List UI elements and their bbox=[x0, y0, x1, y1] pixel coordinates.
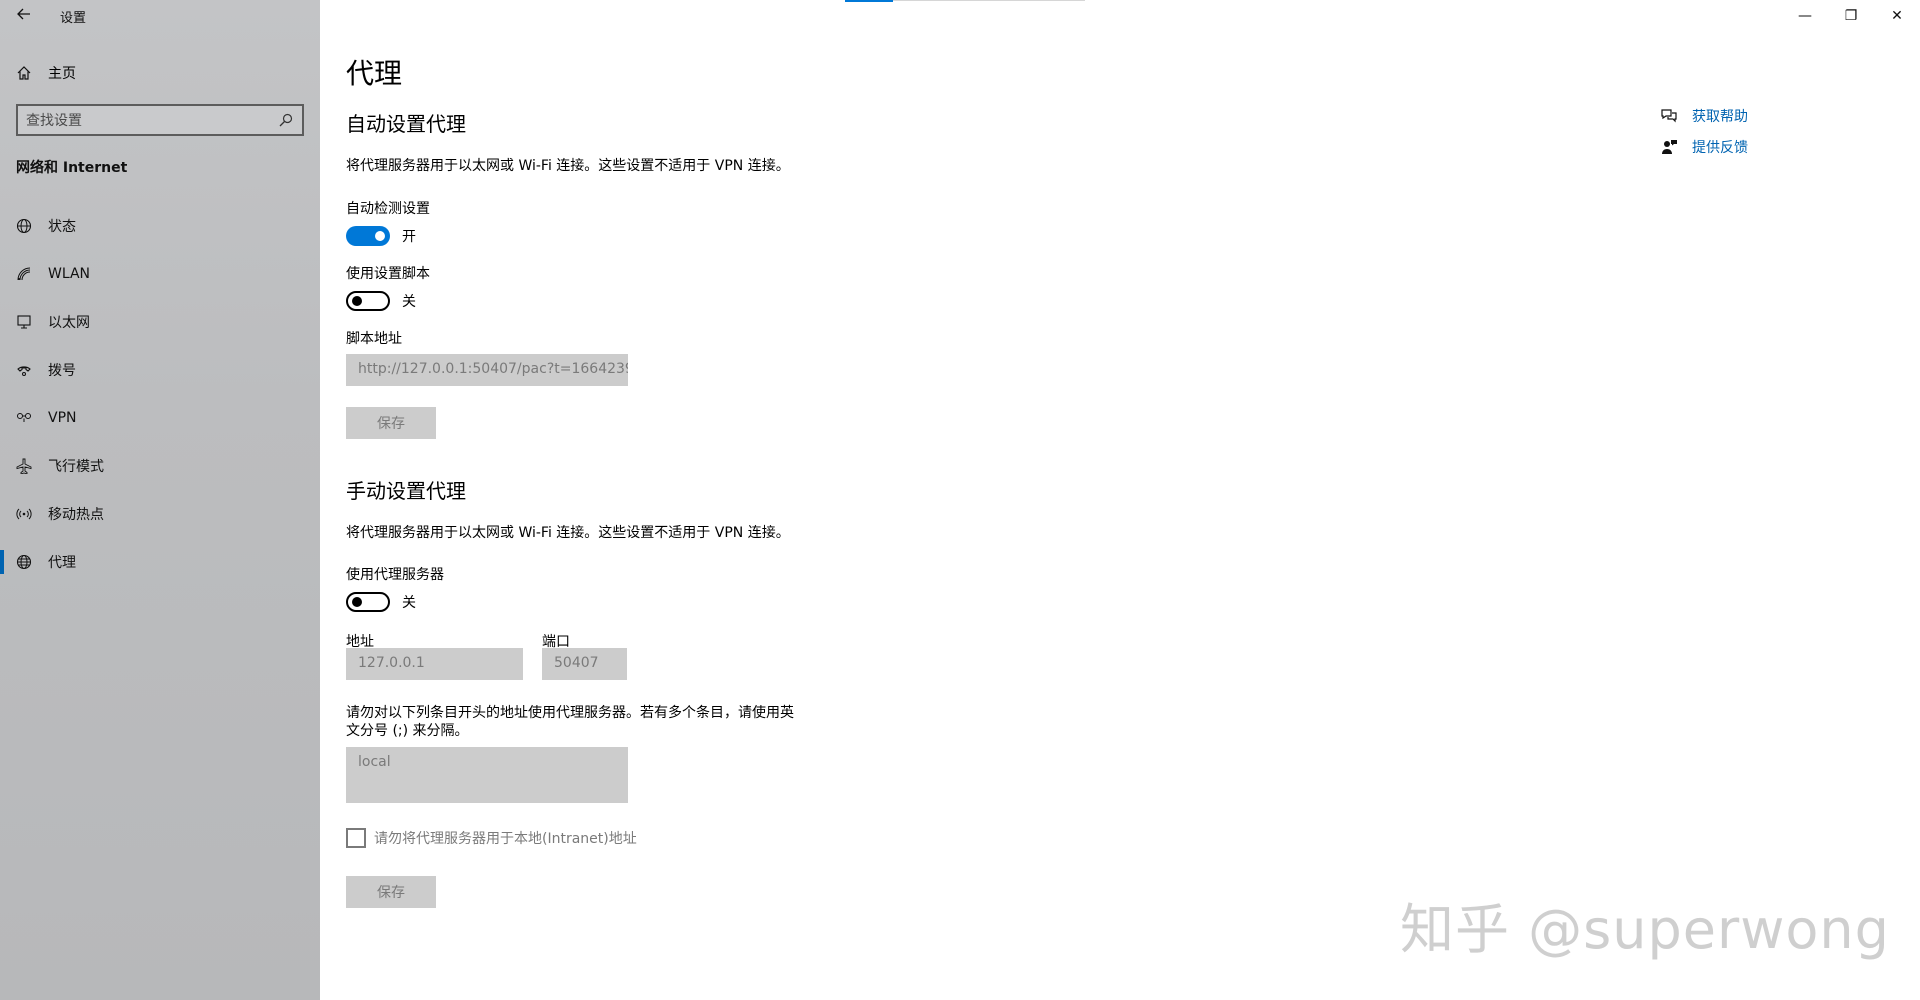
close-icon: ✕ bbox=[1891, 8, 1903, 24]
manual-save-button[interactable]: 保存 bbox=[346, 876, 436, 908]
sidebar-item-label: 飞行模式 bbox=[48, 459, 104, 475]
sidebar-item-vpn[interactable]: VPN bbox=[0, 394, 320, 442]
globe-status-icon bbox=[16, 218, 32, 234]
toggle-knob bbox=[352, 597, 362, 607]
give-feedback-link[interactable]: 提供反馈 bbox=[1660, 131, 1748, 162]
sidebar-item-label: 状态 bbox=[48, 219, 76, 235]
use-proxy-toggle-row: 关 bbox=[346, 592, 416, 612]
sidebar-item-wlan[interactable]: WLAN bbox=[0, 250, 320, 298]
script-address-label: 脚本地址 bbox=[346, 331, 402, 347]
intranet-checkbox[interactable] bbox=[346, 828, 366, 848]
use-proxy-toggle[interactable] bbox=[346, 592, 390, 612]
search-icon bbox=[278, 112, 294, 128]
search-placeholder: 查找设置 bbox=[26, 113, 82, 129]
sidebar-item-ethernet[interactable]: 以太网 bbox=[0, 298, 320, 346]
sidebar-item-label: 以太网 bbox=[48, 315, 90, 331]
use-proxy-state: 关 bbox=[402, 595, 416, 611]
toggle-knob bbox=[375, 231, 385, 241]
sidebar-item-hotspot[interactable]: 移动热点 bbox=[0, 490, 320, 538]
auto-proxy-description: 将代理服务器用于以太网或 Wi-Fi 连接。这些设置不适用于 VPN 连接。 bbox=[346, 158, 790, 174]
back-button[interactable] bbox=[0, 0, 48, 32]
search-input[interactable]: 查找设置 bbox=[16, 104, 304, 136]
section-title: 网络和 Internet bbox=[16, 160, 128, 176]
nav-home[interactable]: 主页 bbox=[0, 56, 320, 90]
auto-detect-toggle[interactable] bbox=[346, 226, 390, 246]
minimize-button[interactable]: — bbox=[1782, 0, 1828, 32]
hotspot-icon bbox=[16, 506, 32, 522]
address-field[interactable]: 127.0.0.1 bbox=[346, 648, 523, 680]
auto-proxy-heading: 自动设置代理 bbox=[346, 112, 466, 136]
sidebar-item-proxy[interactable]: 代理 bbox=[0, 538, 320, 586]
exceptions-field[interactable]: local bbox=[346, 747, 628, 803]
side-links: 获取帮助 提供反馈 bbox=[1660, 100, 1748, 162]
exceptions-description-line2: 文分号 (;) 来分隔。 bbox=[346, 723, 469, 739]
use-script-toggle-row: 关 bbox=[346, 291, 416, 311]
watermark: 知乎 @superwong bbox=[1400, 898, 1890, 961]
app-title: 设置 bbox=[60, 10, 87, 26]
feedback-icon bbox=[1660, 138, 1678, 156]
nav-list: 状态 WLAN 以太网 拨号 VPN 飞行模式 移动热点 代理 bbox=[0, 202, 320, 586]
give-feedback-label: 提供反馈 bbox=[1692, 139, 1748, 156]
wifi-icon bbox=[16, 266, 32, 282]
globe-icon bbox=[16, 554, 32, 570]
title-bar: 设置 bbox=[0, 0, 320, 32]
minimize-icon: — bbox=[1798, 8, 1812, 24]
arrow-left-icon bbox=[16, 6, 32, 26]
toggle-knob bbox=[352, 296, 362, 306]
vpn-icon bbox=[16, 410, 32, 426]
get-help-label: 获取帮助 bbox=[1692, 108, 1748, 125]
sidebar-item-label: WLAN bbox=[48, 266, 91, 282]
sidebar-item-label: 代理 bbox=[48, 555, 76, 571]
sidebar: 设置 主页 查找设置 网络和 Internet 状态 WLAN 以太网 拨号 V… bbox=[0, 0, 320, 1000]
nav-home-label: 主页 bbox=[48, 66, 76, 82]
get-help-link[interactable]: 获取帮助 bbox=[1660, 100, 1748, 131]
dialup-icon bbox=[16, 362, 32, 378]
chat-help-icon bbox=[1660, 107, 1678, 125]
auto-detect-toggle-row: 开 bbox=[346, 226, 416, 246]
main-content: 代理 自动设置代理 将代理服务器用于以太网或 Wi-Fi 连接。这些设置不适用于… bbox=[346, 0, 1546, 1000]
restore-icon: ❐ bbox=[1844, 8, 1858, 24]
sidebar-item-label: VPN bbox=[48, 410, 77, 426]
use-script-state: 关 bbox=[402, 294, 416, 310]
sidebar-item-label: 拨号 bbox=[48, 363, 76, 379]
auto-save-button[interactable]: 保存 bbox=[346, 407, 436, 439]
use-proxy-label: 使用代理服务器 bbox=[346, 567, 444, 583]
intranet-checkbox-row[interactable]: 请勿将代理服务器用于本地(Intranet)地址 bbox=[346, 828, 637, 848]
manual-proxy-heading: 手动设置代理 bbox=[346, 479, 466, 503]
sidebar-item-dialup[interactable]: 拨号 bbox=[0, 346, 320, 394]
port-field[interactable]: 50407 bbox=[542, 648, 627, 680]
page-title: 代理 bbox=[346, 57, 403, 90]
restore-button[interactable]: ❐ bbox=[1828, 0, 1874, 32]
sidebar-item-label: 移动热点 bbox=[48, 507, 104, 523]
use-script-label: 使用设置脚本 bbox=[346, 266, 430, 282]
home-icon bbox=[16, 65, 32, 81]
window-controls: — ❐ ✕ bbox=[1782, 0, 1920, 32]
auto-detect-label: 自动检测设置 bbox=[346, 201, 430, 217]
intranet-checkbox-label: 请勿将代理服务器用于本地(Intranet)地址 bbox=[374, 831, 637, 847]
exceptions-description-line1: 请勿对以下列条目开头的地址使用代理服务器。若有多个条目，请使用英 bbox=[346, 705, 794, 721]
ethernet-icon bbox=[16, 314, 32, 330]
manual-proxy-description: 将代理服务器用于以太网或 Wi-Fi 连接。这些设置不适用于 VPN 连接。 bbox=[346, 525, 790, 541]
script-address-field[interactable]: http://127.0.0.1:50407/pac?t=1664239910 bbox=[346, 354, 628, 386]
auto-detect-state: 开 bbox=[402, 229, 416, 245]
use-script-toggle[interactable] bbox=[346, 291, 390, 311]
airplane-icon bbox=[16, 458, 32, 474]
sidebar-item-airplane[interactable]: 飞行模式 bbox=[0, 442, 320, 490]
sidebar-item-status[interactable]: 状态 bbox=[0, 202, 320, 250]
close-button[interactable]: ✕ bbox=[1874, 0, 1920, 32]
